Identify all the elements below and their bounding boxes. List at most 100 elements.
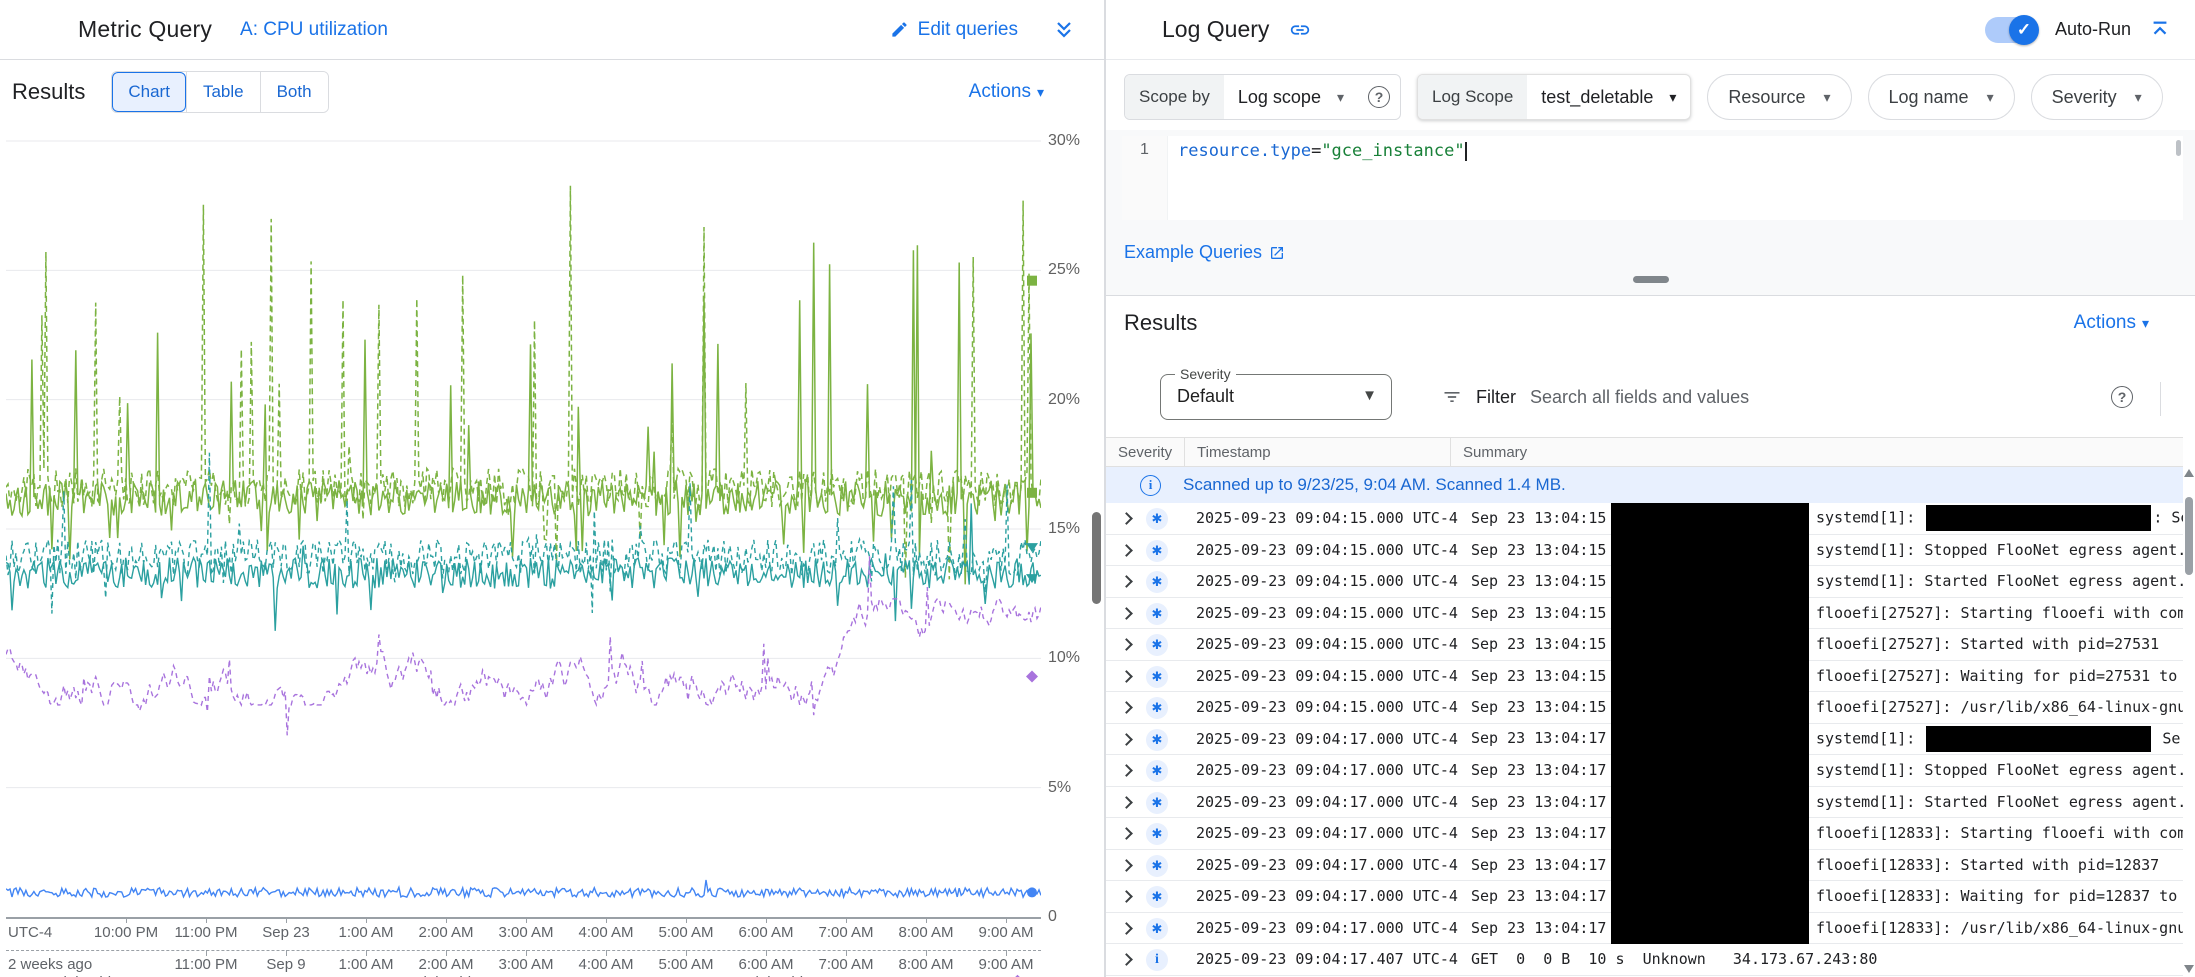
- expand-queries-icon[interactable]: [1052, 18, 1076, 42]
- x-axis-label: 2:00 AM: [418, 924, 473, 941]
- x-axis-label: 11:00 PM: [174, 924, 237, 941]
- log-summary-time: Sep 23 13:04:15: [1471, 541, 1618, 559]
- expand-chevron-icon[interactable]: [1120, 701, 1133, 714]
- tab-chart[interactable]: Chart: [112, 72, 186, 112]
- expand-chevron-icon[interactable]: [1120, 890, 1133, 903]
- log-summary-time: Sep 23 13:04:17: [1471, 793, 1618, 811]
- column-header-timestamp[interactable]: Timestamp: [1185, 438, 1451, 466]
- y-axis-label: 30%: [1048, 132, 1100, 150]
- left-panel-scrollbar[interactable]: [1092, 512, 1101, 604]
- chart-plot-area[interactable]: [6, 133, 1041, 917]
- editor-scrollbar[interactable]: [2176, 140, 2181, 156]
- expand-chevron-icon[interactable]: [1120, 796, 1133, 809]
- x-axis-label: 7:00 AM: [818, 924, 873, 941]
- results-scrollbar[interactable]: [2183, 437, 2195, 977]
- severity-default-icon: ✱: [1146, 729, 1168, 751]
- expand-chevron-icon[interactable]: [1120, 922, 1133, 935]
- severity-dropdown[interactable]: Severity Default ▼: [1160, 374, 1392, 420]
- external-link-icon: [1269, 245, 1285, 261]
- column-header-severity[interactable]: Severity: [1106, 438, 1185, 466]
- scope-by-dropdown[interactable]: Log scope▾: [1224, 75, 1358, 119]
- log-message-tail: : Service h…: [2153, 509, 2183, 527]
- scroll-up-arrow-icon[interactable]: [2184, 469, 2194, 477]
- x-axis-tick: [366, 917, 367, 923]
- tab-table[interactable]: Table: [186, 72, 260, 112]
- y-axis-label: 20%: [1048, 391, 1100, 409]
- scope-help-button[interactable]: ?: [1358, 75, 1400, 119]
- series-instance-green-dashed[interactable]: [6, 186, 1041, 580]
- expand-chevron-icon[interactable]: [1120, 670, 1133, 683]
- x-axis-tick: [526, 917, 527, 923]
- filter-pill-log-name[interactable]: Log name▾: [1868, 74, 2015, 120]
- expand-chevron-icon[interactable]: [1120, 953, 1133, 966]
- expand-chevron-icon[interactable]: [1120, 859, 1133, 872]
- log-summary: Sep 23 13:04:15flooefi[27527]: Started w…: [1471, 635, 2183, 653]
- log-scope-dropdown[interactable]: test_deletable▾: [1527, 75, 1690, 119]
- x-axis-label: 6:00 AM: [738, 956, 793, 973]
- filter-help-button[interactable]: ?: [2111, 386, 2133, 408]
- collapse-panel-icon[interactable]: [2149, 19, 2171, 41]
- expand-chevron-icon[interactable]: [1120, 512, 1133, 525]
- expand-chevron-icon[interactable]: [1120, 607, 1133, 620]
- log-message: flooefi[27527]: Starting flooefi with co…: [1816, 604, 2183, 622]
- column-header-summary[interactable]: Summary: [1451, 438, 2183, 466]
- log-filter-input[interactable]: [1530, 387, 2105, 408]
- log-summary: Sep 23 13:04:17flooefi[12833]: Started w…: [1471, 856, 2183, 874]
- scroll-down-arrow-icon[interactable]: [2184, 965, 2194, 973]
- filter-pill-severity[interactable]: Severity▾: [2031, 74, 2163, 120]
- log-summary: Sep 23 13:04:17flooefi[12833]: Starting …: [1471, 824, 2183, 842]
- x-axis-label: 4:00 AM: [578, 924, 633, 941]
- metric-results-toolbar: Results ChartTableBoth Actions▾: [0, 61, 1104, 123]
- expand-chevron-icon[interactable]: [1120, 764, 1133, 777]
- x-axis-label: 5:00 AM: [658, 956, 713, 973]
- expand-chevron-icon[interactable]: [1120, 544, 1133, 557]
- pencil-icon: [890, 20, 909, 39]
- results-scrollbar-thumb[interactable]: [2185, 497, 2193, 575]
- expand-chevron-icon[interactable]: [1120, 827, 1133, 840]
- help-icon: ?: [2111, 386, 2133, 408]
- log-message: GET 0 0 B 10 s Unknown 34.173.67.243:80: [1471, 950, 1877, 968]
- auto-run-toggle[interactable]: ✓: [1985, 17, 2037, 43]
- log-timestamp: 2025-09-23 09:04:17.000 UTC-4: [1196, 761, 1458, 779]
- log-summary-time: Sep 23 13:04:15: [1471, 667, 1618, 685]
- info-icon: i: [1140, 475, 1161, 496]
- expand-chevron-icon[interactable]: [1120, 638, 1133, 651]
- resize-drag-handle[interactable]: [1633, 276, 1669, 283]
- chevron-down-icon: ▾: [2142, 315, 2149, 332]
- y-axis-label: 5%: [1048, 779, 1100, 797]
- log-actions-button[interactable]: Actions▾: [2074, 312, 2149, 334]
- expand-chevron-icon[interactable]: [1120, 575, 1133, 588]
- log-query-header: Log Query ✓ Auto-Run: [1106, 0, 2195, 60]
- log-timestamp: 2025-09-23 09:04:17.407 UTC-4: [1196, 950, 1458, 968]
- x-axis-label: 10:00 PM: [94, 924, 158, 941]
- example-queries-link[interactable]: Example Queries: [1124, 242, 1285, 263]
- edit-queries-button[interactable]: Edit queries: [890, 19, 1018, 41]
- severity-default-icon: ✱: [1146, 886, 1168, 908]
- log-row[interactable]: i2025-09-23 09:04:17.407 UTC-4GET 0 0 B …: [1106, 944, 2183, 976]
- x-axis-label: 11:00 PM: [174, 956, 237, 973]
- expand-chevron-icon[interactable]: [1120, 733, 1133, 746]
- tab-both[interactable]: Both: [260, 72, 328, 112]
- redacted-hostname-block: [1611, 503, 1809, 944]
- editor-line-number: 1: [1122, 136, 1168, 220]
- query-code-line[interactable]: resource.type="gce_instance": [1168, 136, 2183, 220]
- severity-default-icon: ✱: [1146, 571, 1168, 593]
- severity-default-icon: ✱: [1146, 855, 1168, 877]
- query-editor[interactable]: 1 resource.type="gce_instance": [1122, 136, 2183, 220]
- series-instance-green-solid[interactable]: [6, 243, 1041, 585]
- log-scope-label: Log Scope: [1418, 75, 1527, 119]
- x-axis-utc-label: UTC-4: [8, 924, 52, 941]
- link-icon[interactable]: [1289, 19, 1311, 41]
- metric-query-a-link[interactable]: A: CPU utilization: [240, 19, 388, 41]
- cpu-utilization-chart[interactable]: 30%25%20%15%10%5%0 UTC-410:00 PM11:00 PM…: [0, 123, 1104, 977]
- severity-default-icon: ✱: [1146, 603, 1168, 625]
- x-axis-tick: [766, 917, 767, 923]
- redacted-text-block: [1926, 726, 2151, 752]
- filter-icon: [1442, 387, 1462, 407]
- filter-pill-resource[interactable]: Resource▾: [1707, 74, 1851, 120]
- log-summary-time: Sep 23 13:04:17: [1471, 824, 1618, 842]
- x-axis-label: 5:00 AM: [658, 924, 713, 941]
- x-axis-label: 1:00 AM: [338, 924, 393, 941]
- series-instance-blue-solid[interactable]: [6, 880, 1041, 897]
- metric-actions-button[interactable]: Actions▾: [969, 81, 1044, 103]
